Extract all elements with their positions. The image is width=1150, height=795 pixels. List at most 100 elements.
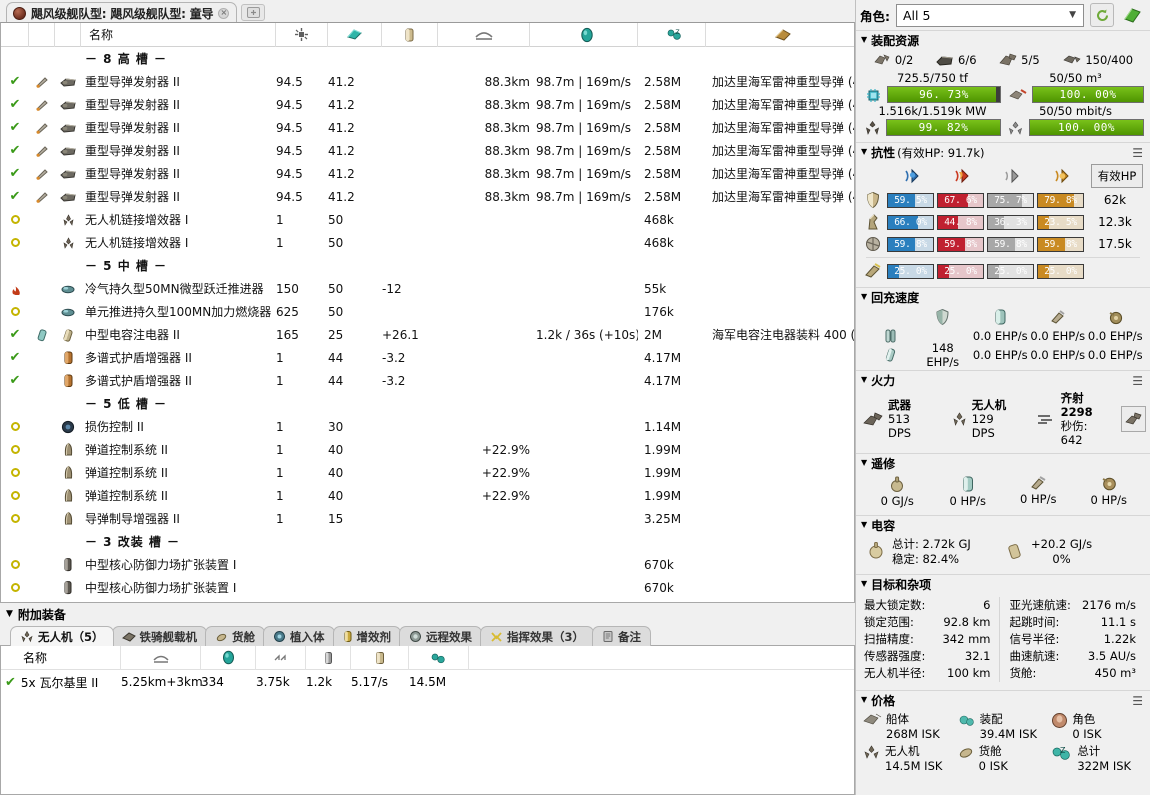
module-rows[interactable]: － 8 高 槽 － ✔ 重型导弹发射器 II 94.5 41.2 88.3km 98.7m … (1, 47, 854, 602)
state-overheat-icon[interactable] (9, 282, 22, 295)
additional-gear-body[interactable]: 名称 ✔ 5x 瓦尔基里 II 5.25km+3km 334 3.75k 1.2… (0, 645, 855, 795)
charge-icon[interactable] (35, 144, 49, 157)
module-state-cell[interactable]: ✔ (1, 70, 29, 93)
table-row[interactable]: ✔ 多谱式护盾增强器 II 1 44 -3.2 4.17M (1, 369, 854, 392)
state-offline-icon[interactable] (10, 307, 20, 316)
tab-drone[interactable]: 无人机（5） (10, 626, 114, 646)
col-capacitor-icon[interactable] (382, 23, 438, 47)
module-charge-cell[interactable] (29, 553, 55, 576)
table-row[interactable]: 导弹制导增强器 II 1 15 3.25M (1, 507, 854, 530)
charge-icon[interactable] (36, 328, 48, 342)
module-state-cell[interactable] (1, 553, 29, 576)
col-state[interactable] (1, 23, 29, 47)
state-offline-icon[interactable] (10, 238, 20, 247)
module-state-cell[interactable]: ✔ (1, 162, 29, 185)
state-online-icon[interactable]: ✔ (10, 328, 21, 341)
drone-rows[interactable]: ✔ 5x 瓦尔基里 II 5.25km+3km 334 3.75k 1.2k 5.17/s 1… (1, 670, 854, 694)
state-online-icon[interactable]: ✔ (5, 676, 16, 689)
col-price-icon[interactable]: Z (638, 23, 706, 47)
state-online-icon[interactable]: ✔ (10, 144, 21, 157)
damage-profile[interactable]: 25. 0% 25. 0% 25. 0% 25. 0% (862, 260, 1144, 282)
charge-icon[interactable] (35, 190, 49, 203)
module-charge-cell[interactable] (29, 415, 55, 438)
collapse-arrow-icon[interactable]: ▼ (861, 695, 867, 704)
table-row[interactable]: 中型核心防御力场扩张装置 I 670k (1, 553, 854, 576)
module-charge-cell[interactable] (29, 323, 55, 346)
state-online-icon[interactable]: ✔ (10, 351, 21, 364)
module-state-cell[interactable] (1, 599, 29, 602)
module-charge-cell[interactable] (29, 208, 55, 231)
col-name[interactable]: 名称 (81, 23, 276, 47)
collapse-arrow-icon[interactable]: ▼ (6, 609, 13, 619)
state-offline-icon[interactable] (10, 560, 20, 569)
state-offline-icon[interactable] (10, 422, 20, 431)
module-charge-cell[interactable] (29, 346, 55, 369)
state-online-icon[interactable]: ✔ (10, 167, 21, 180)
state-offline-icon[interactable] (10, 445, 20, 454)
tab-notes[interactable]: 备注 (592, 626, 652, 646)
col-powergrid-icon[interactable] (328, 23, 382, 47)
hamburger-icon[interactable]: ☰ (1132, 146, 1143, 160)
refresh-button[interactable] (1090, 3, 1114, 27)
col-tracking-icon[interactable] (530, 23, 638, 47)
table-row[interactable]: ✔ 重型导弹发射器 II 94.5 41.2 88.3km 98.7m | 169m/s 2… (1, 70, 854, 93)
table-row[interactable]: 中型核心防御力场扩张装置 I 670k (1, 599, 854, 602)
table-row[interactable]: 弹道控制系统 II 1 40 +22.9% 1.99M (1, 438, 854, 461)
module-charge-cell[interactable] (29, 300, 55, 323)
table-row[interactable]: 弹道控制系统 II 1 40 +22.9% 1.99M (1, 484, 854, 507)
hamburger-icon[interactable]: ☰ (1132, 374, 1143, 388)
remote-rep-header[interactable]: ▼ 遥修 (856, 454, 1150, 473)
module-state-cell[interactable] (1, 277, 29, 300)
col-ammo-icon[interactable] (706, 23, 854, 47)
state-offline-icon[interactable] (10, 215, 20, 224)
targeting-header[interactable]: ▼ 目标和杂项 (856, 575, 1150, 594)
additional-gear-title[interactable]: ▼ 附加装备 (0, 603, 855, 625)
module-state-cell[interactable]: ✔ (1, 116, 29, 139)
list-item[interactable]: ✔ 5x 瓦尔基里 II 5.25km+3km 334 3.75k 1.2k 5.17/s 1… (1, 670, 854, 694)
module-charge-cell[interactable] (29, 162, 55, 185)
table-row[interactable]: 弹道控制系统 II 1 40 +22.9% 1.99M (1, 461, 854, 484)
table-row[interactable]: ✔ 重型导弹发射器 II 94.5 41.2 88.3km 98.7m | 169m/s 2… (1, 185, 854, 208)
firepower-header[interactable]: ▼ 火力 ☰ (856, 371, 1150, 390)
table-row[interactable]: 中型核心防御力场扩张装置 I 670k (1, 576, 854, 599)
module-state-cell[interactable]: ✔ (1, 93, 29, 116)
module-state-cell[interactable]: ✔ (1, 139, 29, 162)
tab-booster[interactable]: 增效剂 (332, 626, 402, 646)
state-online-icon[interactable]: ✔ (10, 121, 21, 134)
col-range-icon[interactable] (438, 23, 530, 47)
table-row[interactable]: 单元推进持久型100MN加力燃烧器 625 50 176k (1, 300, 854, 323)
ehp-toggle-button[interactable]: 有效HP (1091, 164, 1143, 188)
weapon-toggle-button[interactable] (1121, 406, 1146, 432)
module-charge-cell[interactable] (29, 438, 55, 461)
module-charge-cell[interactable] (29, 277, 55, 300)
module-charge-cell[interactable] (29, 70, 55, 93)
tab-fighter[interactable]: 铁骑舰载机 (111, 626, 208, 646)
module-charge-cell[interactable] (29, 461, 55, 484)
hamburger-icon[interactable]: ☰ (1132, 694, 1143, 708)
table-row[interactable]: ✔ 多谱式护盾增强器 II 1 44 -3.2 4.17M (1, 346, 854, 369)
state-online-icon[interactable]: ✔ (10, 98, 21, 111)
close-icon[interactable]: × (218, 7, 230, 19)
module-state-cell[interactable] (1, 507, 29, 530)
module-state-cell[interactable] (1, 231, 29, 254)
table-row[interactable]: 冷气持久型50MN微型跃迁推进器 150 50 -12 55k (1, 277, 854, 300)
module-charge-cell[interactable] (29, 116, 55, 139)
module-state-cell[interactable] (1, 300, 29, 323)
state-offline-icon[interactable] (10, 491, 20, 500)
module-list[interactable]: 名称 Z － 8 高 槽 － ✔ 重型导弹发射器 II 94.5 41.2 88… (0, 22, 855, 603)
collapse-arrow-icon[interactable]: ▼ (861, 35, 867, 44)
tab-command[interactable]: 指挥效果（3） (480, 626, 595, 646)
module-state-cell[interactable]: ✔ (1, 369, 29, 392)
module-state-cell[interactable] (1, 415, 29, 438)
tab-remote[interactable]: 远程效果 (399, 626, 483, 646)
collapse-arrow-icon[interactable]: ▼ (861, 579, 867, 588)
table-row[interactable]: ✔ 重型导弹发射器 II 94.5 41.2 88.3km 98.7m | 169m/s 2… (1, 139, 854, 162)
new-tab-button[interactable] (241, 4, 266, 21)
module-charge-cell[interactable] (29, 185, 55, 208)
state-online-icon[interactable]: ✔ (10, 75, 21, 88)
drone-col-hp-icon[interactable] (201, 646, 256, 670)
export-button[interactable] (1120, 3, 1144, 27)
tab-implant[interactable]: 植入体 (263, 626, 335, 646)
drone-col-range-icon[interactable] (121, 646, 201, 670)
collapse-arrow-icon[interactable]: ▼ (861, 147, 867, 156)
